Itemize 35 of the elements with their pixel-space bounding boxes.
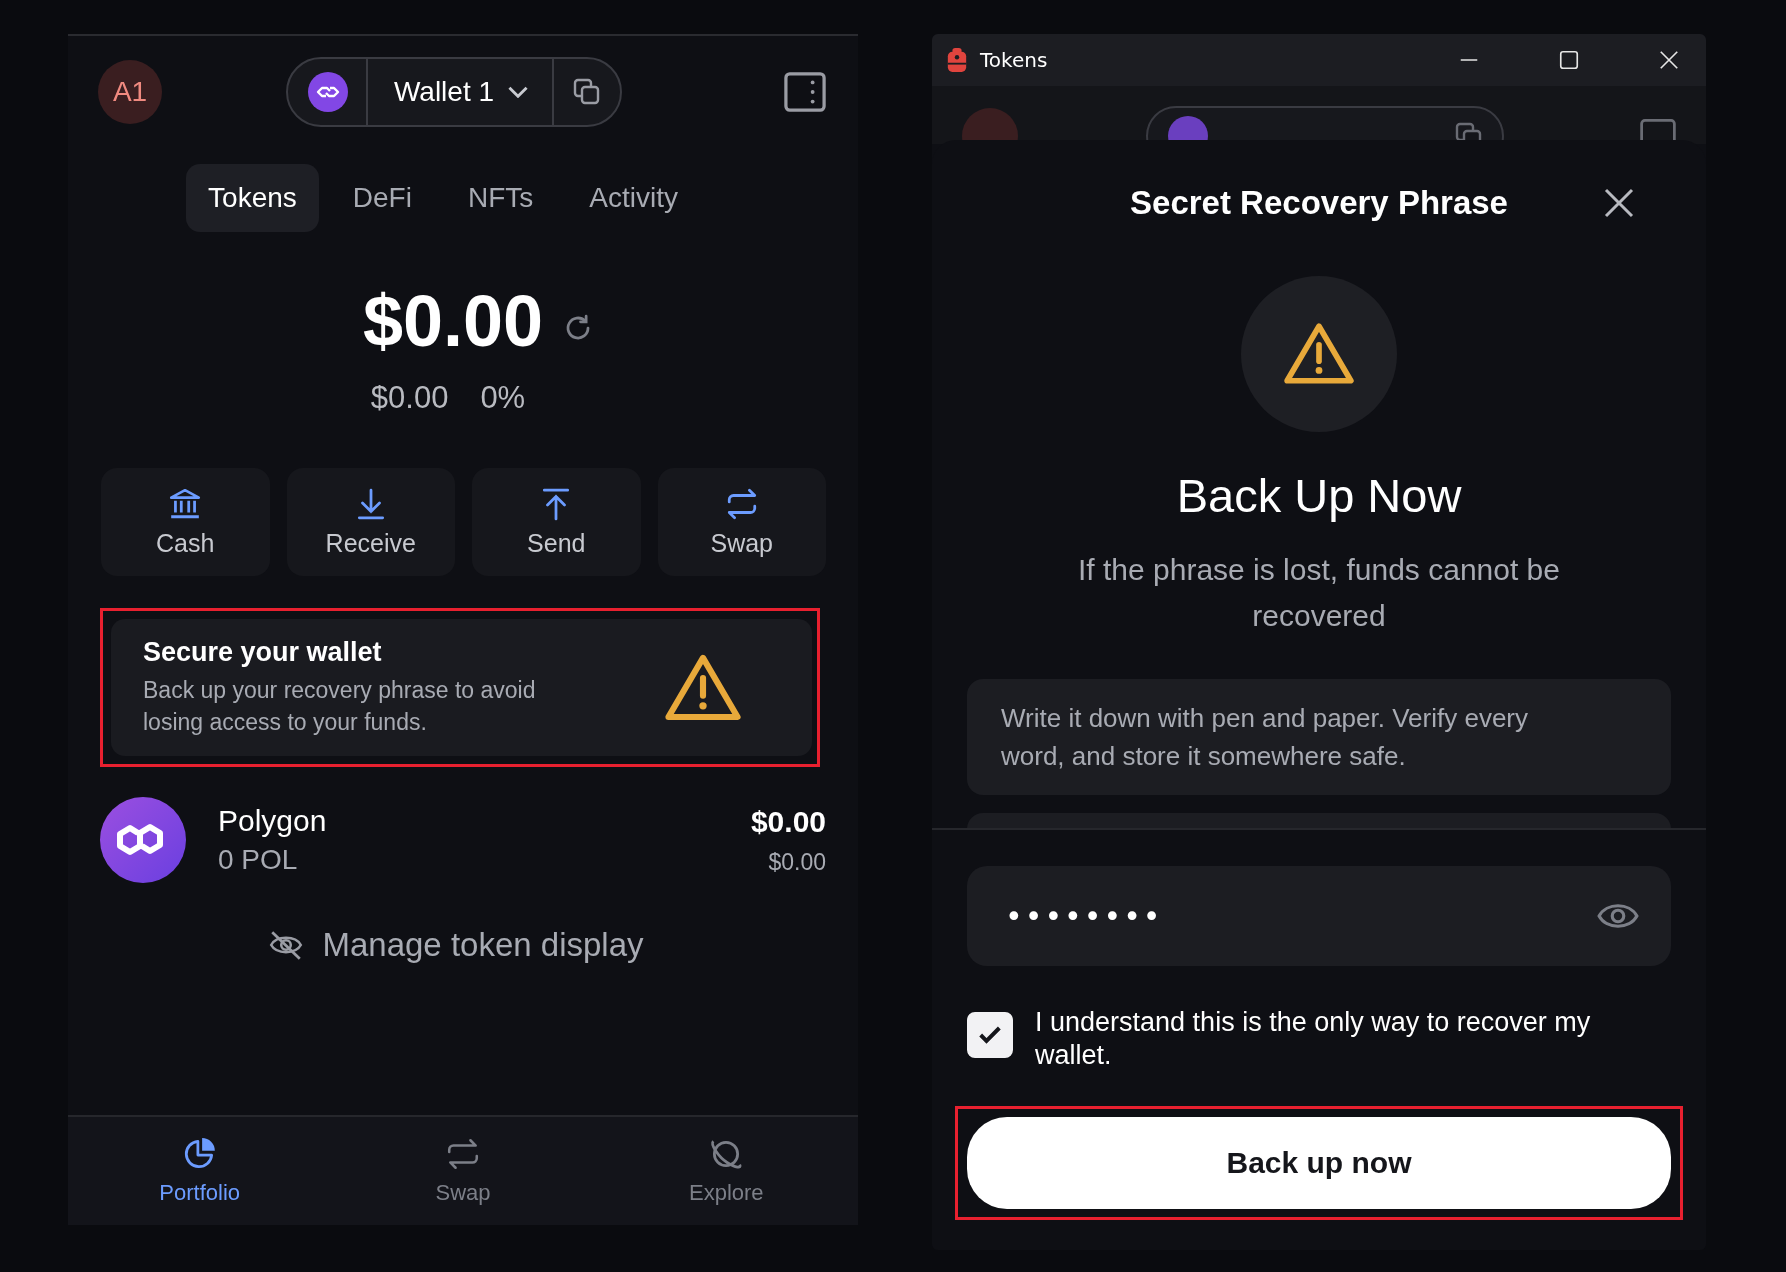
token-row[interactable]: Polygon 0 POL $0.00 $0.00: [100, 797, 826, 883]
token-amount: 0 POL: [218, 844, 299, 876]
password-field[interactable]: ••••••••: [967, 866, 1671, 966]
action-button[interactable]: Swap: [657, 468, 826, 576]
token-value: $0.00: [750, 804, 826, 839]
tab[interactable]: DeFi: [330, 164, 434, 232]
avatar[interactable]: A1: [98, 60, 162, 124]
manage-token-display-link[interactable]: Manage token display: [262, 925, 650, 965]
action-button[interactable]: Send: [472, 468, 641, 576]
wallet-selector[interactable]: Wallet 1: [285, 57, 623, 127]
balance-amount: $0.00: [362, 280, 544, 362]
change-amount: $0.00: [370, 380, 449, 416]
sheet-title: Secret Recovery Phrase: [1130, 184, 1508, 222]
heading: Back Up Now: [1176, 468, 1462, 523]
nav-item[interactable]: Portfolio: [68, 1117, 332, 1225]
card-title: Secure your wallet: [143, 637, 383, 668]
warning-text: If the phrase is lost, funds cannot be recovered: [1077, 552, 1561, 634]
token-name: Polygon: [218, 804, 328, 838]
tip-text: Write it down with pen and paper. Verify every word, and store it somewhere safe.: [1001, 702, 1530, 773]
back-up-now-button[interactable]: Back up now: [967, 1117, 1671, 1209]
window-title: Tokens: [980, 48, 1048, 72]
change-percent: 0%: [480, 380, 526, 416]
action-button[interactable]: Cash: [101, 468, 270, 576]
token-fiat-value: $0.00: [768, 848, 826, 876]
wallet-name: Wallet 1: [393, 76, 495, 108]
tab[interactable]: Tokens: [186, 164, 319, 232]
backup-card[interactable]: Secure your wallet Back up your recovery phrase to avoid losing access to your funds.: [111, 619, 812, 756]
nav-item[interactable]: Swap: [331, 1117, 595, 1225]
password-input[interactable]: ••••••••: [1003, 897, 1597, 935]
action-button[interactable]: Receive: [286, 468, 455, 576]
card-text: Back up your recovery phrase to avoid losing access to your funds.: [143, 676, 537, 737]
tab[interactable]: NFTs: [445, 164, 556, 232]
tab[interactable]: Activity: [567, 164, 700, 232]
checkbox-label: I understand this is the only way to recover my wallet.: [1035, 1006, 1592, 1072]
nav-item[interactable]: Explore: [594, 1117, 858, 1225]
